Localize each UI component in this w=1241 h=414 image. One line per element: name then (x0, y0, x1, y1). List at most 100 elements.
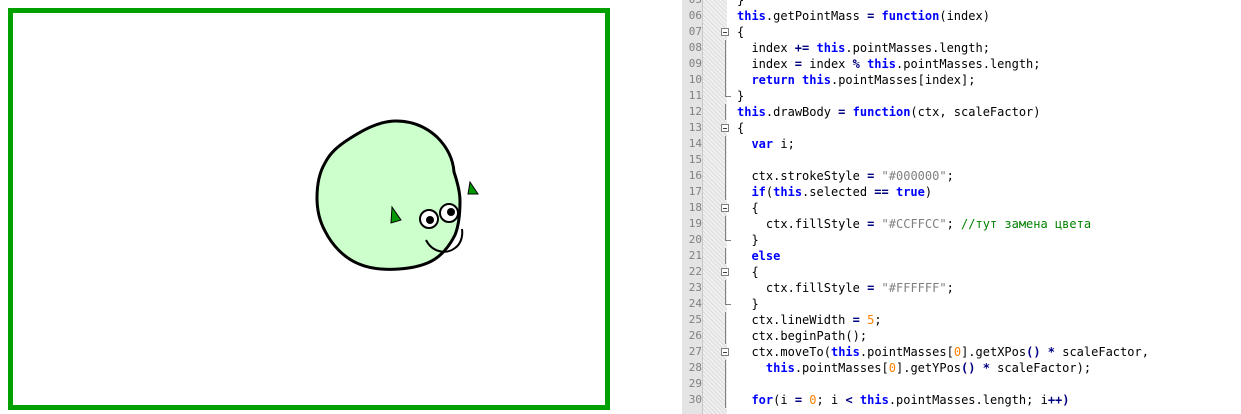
blob-canvas[interactable] (8, 8, 610, 410)
code-line[interactable]: 18 { (682, 200, 1241, 216)
code-text: { (737, 121, 745, 135)
fold-line (725, 184, 726, 200)
code-line[interactable]: 12 this.drawBody = function(ctx, scaleFac… (682, 104, 1241, 120)
fold-line (725, 248, 726, 264)
code-text: return this.pointMasses[index]; (751, 73, 976, 87)
code-line[interactable]: 30 for(i = 0; i < this.pointMasses.lengt… (682, 392, 1241, 408)
code-text: } (737, 297, 759, 311)
code-text: ctx.beginPath(); (751, 329, 868, 343)
code-text: ctx.fillStyle = "#CCFFCC"; //тут замена … (765, 217, 1092, 231)
code-text: this.pointMasses[0].getYPos() * scaleFac… (765, 361, 1092, 375)
line-number: 30 (688, 393, 702, 406)
blob-body[interactable] (315, 119, 462, 271)
code-text: } (737, 233, 759, 247)
blob-left-pupil (426, 216, 434, 224)
line-number: 12 (688, 105, 702, 118)
line-number: 20 (688, 233, 702, 246)
code-line[interactable]: 08 index += this.pointMasses.length; (682, 40, 1241, 56)
blob-right-pupil (447, 208, 455, 216)
code-text: } (737, 89, 745, 103)
code-line[interactable]: 16 ctx.strokeStyle = "#000000"; (682, 168, 1241, 184)
line-number: 24 (688, 297, 702, 310)
code-text: { (737, 25, 745, 39)
fold-toggle-icon[interactable] (721, 348, 729, 356)
fold-line (725, 104, 726, 120)
code-line[interactable]: 29 (682, 376, 1241, 392)
line-number: 10 (688, 73, 702, 86)
code-line[interactable]: 06 this.getPointMass = function(index) (682, 8, 1241, 24)
code-line[interactable]: 25 ctx.lineWidth = 5; (682, 312, 1241, 328)
fold-line (725, 312, 726, 328)
fold-line (725, 56, 726, 72)
code-line[interactable]: 09 index = index % this.pointMasses.leng… (682, 56, 1241, 72)
code-text: ctx.moveTo(this.pointMasses[0].getXPos()… (751, 345, 1149, 359)
code-text: index += this.pointMasses.length; (751, 41, 990, 55)
code-text: } (737, 0, 745, 7)
fold-line (725, 168, 726, 184)
fold-toggle-icon[interactable] (721, 268, 729, 276)
line-number: 27 (688, 345, 702, 358)
code-line[interactable]: 07 { (682, 24, 1241, 40)
fold-line (725, 280, 726, 296)
line-number: 29 (688, 377, 702, 390)
code-text: ctx.lineWidth = 5; (751, 313, 882, 327)
blob-drawing (315, 119, 479, 271)
code-editor[interactable]: 05}06this.getPointMass = function(index)… (682, 0, 1241, 414)
line-number: 23 (688, 281, 702, 294)
line-number: 19 (688, 217, 702, 230)
code-line[interactable]: 14 var i; (682, 136, 1241, 152)
code-line[interactable]: 17 if(this.selected == true) (682, 184, 1241, 200)
code-line[interactable]: 15 (682, 152, 1241, 168)
code-line[interactable]: 24 } (682, 296, 1241, 312)
code-line[interactable]: 20 } (682, 232, 1241, 248)
code-text: ctx.strokeStyle = "#000000"; (751, 169, 954, 183)
code-text: { (737, 265, 759, 279)
fold-end-marker (725, 296, 731, 305)
fold-line (725, 360, 726, 376)
line-number: 18 (688, 201, 702, 214)
blob-right-ear (467, 180, 479, 195)
line-number: 14 (688, 137, 702, 150)
code-line[interactable]: 13 { (682, 120, 1241, 136)
line-number: 28 (688, 361, 702, 374)
code-text: { (737, 201, 759, 215)
code-line[interactable]: 11} (682, 88, 1241, 104)
fold-line (725, 392, 726, 408)
line-number: 11 (688, 89, 702, 102)
fold-toggle-icon[interactable] (721, 124, 729, 132)
code-text: else (751, 249, 781, 263)
code-text: index = index % this.pointMasses.length; (751, 57, 1041, 71)
code-text: this.getPointMass = function(index) (737, 9, 990, 23)
code-line[interactable]: 23 ctx.fillStyle = "#FFFFFF"; (682, 280, 1241, 296)
code-line[interactable]: 21 else (682, 248, 1241, 264)
line-number: 22 (688, 265, 702, 278)
line-number: 07 (688, 25, 702, 38)
code-line[interactable]: 10 return this.pointMasses[index]; (682, 72, 1241, 88)
line-number: 25 (688, 313, 702, 326)
line-number: 21 (688, 249, 702, 262)
line-number: 08 (688, 41, 702, 54)
line-number: 26 (688, 329, 702, 342)
code-text: this.drawBody = function(ctx, scaleFacto… (737, 105, 1041, 119)
fold-line (725, 136, 726, 152)
code-line[interactable]: 27 ctx.moveTo(this.pointMasses[0].getXPo… (682, 344, 1241, 360)
code-text: ctx.fillStyle = "#FFFFFF"; (765, 281, 954, 295)
code-text: if(this.selected == true) (751, 185, 933, 199)
code-line[interactable]: 05} (682, 0, 1241, 8)
code-line[interactable]: 22 { (682, 264, 1241, 280)
code-line[interactable]: 26 ctx.beginPath(); (682, 328, 1241, 344)
code-text: for(i = 0; i < this.pointMasses.length; … (751, 393, 1070, 407)
line-number: 17 (688, 185, 702, 198)
fold-line (725, 216, 726, 232)
fold-line (725, 328, 726, 344)
fold-toggle-icon[interactable] (721, 204, 729, 212)
line-number: 09 (688, 57, 702, 70)
fold-line (725, 40, 726, 56)
code-line[interactable]: 28 this.pointMasses[0].getYPos() * scale… (682, 360, 1241, 376)
line-number: 06 (688, 9, 702, 22)
line-number: 05 (682, 0, 702, 8)
code-line[interactable]: 19 ctx.fillStyle = "#CCFFCC"; //тут заме… (682, 216, 1241, 232)
line-number: 15 (688, 153, 702, 166)
fold-end-marker (725, 88, 731, 97)
fold-toggle-icon[interactable] (721, 28, 729, 36)
